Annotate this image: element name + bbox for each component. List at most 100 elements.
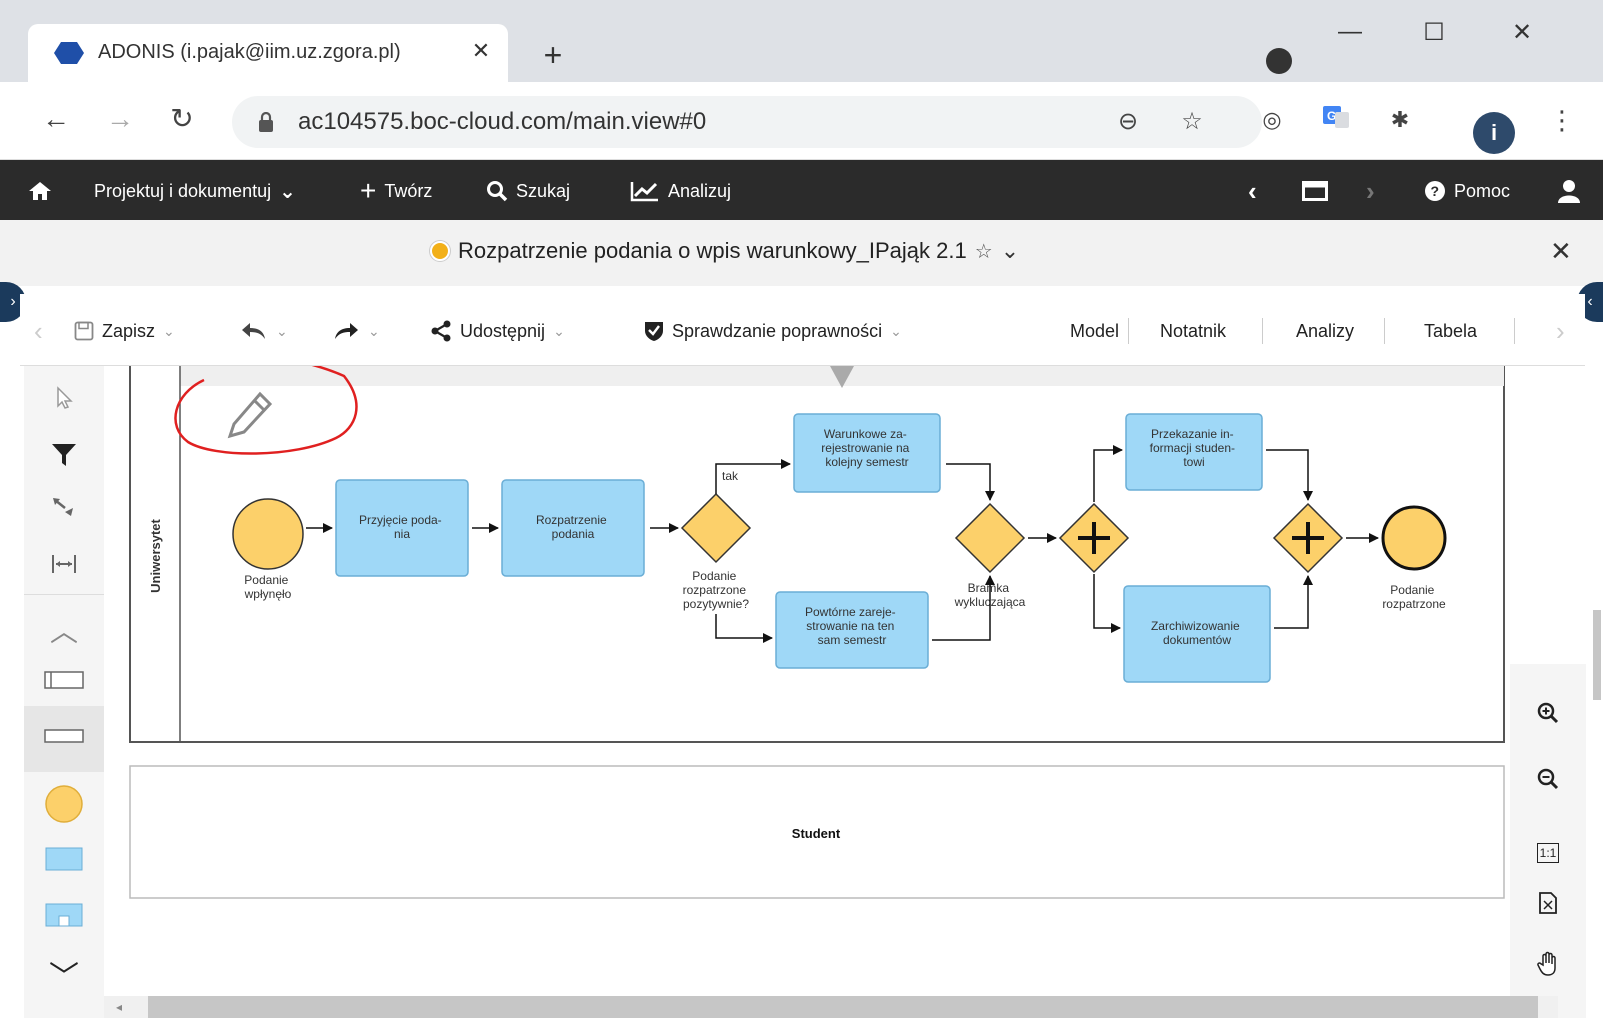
task-label-line: rejestrowanie na [821, 441, 909, 455]
model-canvas[interactable]: Uniwersytet Student Podanie wpłynęło Prz… [104, 366, 1558, 998]
filter-icon[interactable] [24, 442, 104, 473]
task-label-line: Rozpatrzenie [536, 513, 607, 527]
user-icon[interactable] [1558, 176, 1580, 206]
favorite-star-icon[interactable]: ☆ [975, 239, 993, 264]
search-icon [487, 181, 508, 202]
menu-help[interactable]: ? Pomoc [1424, 176, 1510, 206]
svg-text:?: ? [1431, 183, 1440, 199]
new-tab-button[interactable]: + [536, 39, 570, 74]
tab-divider [1262, 318, 1263, 344]
horizontal-scroll-thumb[interactable] [148, 996, 1538, 1018]
forward-arrow-icon[interactable]: → [102, 102, 138, 138]
palette-lane-icon[interactable] [24, 728, 104, 749]
share-button[interactable]: Udostępnij ⌄ [430, 316, 565, 346]
menu-search[interactable]: Szukaj [486, 176, 570, 206]
pan-hand-icon[interactable] [1524, 950, 1572, 990]
address-bar[interactable]: ac104575.boc-cloud.com/main.view#0 ⊖ ☆ [232, 96, 1262, 148]
extensions-puzzle-icon[interactable]: ✱ [1382, 102, 1418, 138]
task-label-line: Powtórne zareje- [805, 605, 896, 619]
palette-scroll-up-icon[interactable]: ︿ [24, 610, 104, 650]
palette-event-icon[interactable] [24, 784, 104, 829]
task-label-line: kolejny semestr [825, 455, 908, 469]
scroll-left-icon[interactable]: ‹ [34, 316, 43, 346]
window-icon[interactable] [1302, 176, 1328, 206]
gateway-label-line: Podanie [692, 569, 736, 583]
window-close-icon[interactable]: ✕ [1502, 18, 1542, 58]
maximize-icon[interactable]: ☐ [1414, 18, 1454, 58]
lock-icon [259, 112, 273, 132]
palette-pool-icon[interactable] [24, 670, 104, 695]
chevron-down-icon: ⌄ [553, 322, 565, 339]
document-title-bar: Rozpatrzenie podania o wpis warunkowy_IP… [0, 220, 1603, 286]
tab-analyses[interactable]: Analizy [1296, 316, 1354, 346]
app-menu-bar: Projektuj i dokumentuj ⌄ + Twórz Szukaj … [0, 160, 1603, 220]
undo-button[interactable]: ⌄ [240, 316, 288, 346]
tab-divider [1514, 318, 1515, 344]
gateway-label-line: pozytywnie? [683, 597, 749, 611]
task-label-line: podania [552, 527, 595, 541]
validation-button[interactable]: Sprawdzanie poprawności ⌄ [644, 316, 902, 346]
reload-icon[interactable]: ↻ [164, 102, 200, 138]
menu-analyze-label: Analizuj [668, 180, 732, 201]
distribute-horizontal-icon[interactable] [24, 552, 104, 581]
pointer-tool-icon[interactable] [24, 386, 104, 415]
start-event[interactable] [232, 498, 304, 570]
task-label-line: Przekazanie in- [1151, 427, 1234, 441]
palette-subprocess-icon[interactable] [24, 902, 104, 933]
redo-icon [335, 323, 358, 339]
palette-task-icon[interactable] [24, 846, 104, 877]
pool-label-uniwersytet: Uniwersytet [148, 518, 163, 592]
extension-circle-icon[interactable]: ◎ [1254, 102, 1290, 138]
palette-scroll-down-icon[interactable]: ﹀ [24, 952, 104, 996]
shield-check-icon [645, 322, 663, 341]
zoom-out-icon[interactable] [1524, 764, 1572, 804]
menu-analyze[interactable]: Analizuj [630, 176, 731, 206]
task-label-line: formacji studen- [1150, 441, 1235, 455]
back-arrow-icon[interactable]: ← [38, 102, 74, 138]
fit-page-icon[interactable] [1524, 888, 1572, 928]
vertical-scroll-thumb[interactable] [1593, 610, 1601, 700]
redo-button[interactable]: ⌄ [332, 316, 380, 346]
home-icon[interactable] [28, 176, 52, 206]
task-zarchiwizowanie-label: Zarchiwizowanie dokumentów [1151, 619, 1243, 647]
tab-divider [1384, 318, 1385, 344]
connector-tool-icon[interactable] [24, 496, 104, 525]
zoom-magnifier-icon[interactable]: ⊖ [1112, 106, 1144, 138]
task-label-line: Zarchiwizowanie [1151, 619, 1240, 633]
tab-table[interactable]: Tabela [1424, 316, 1477, 346]
save-button[interactable]: Zapisz ⌄ [74, 316, 175, 346]
tab-notebook[interactable]: Notatnik [1160, 316, 1226, 346]
tab-model[interactable]: Model [1070, 316, 1119, 346]
chevron-down-icon[interactable]: ⌄ [1001, 238, 1019, 264]
end-event-label-line: Podanie [1390, 583, 1434, 597]
minimize-icon[interactable]: — [1330, 18, 1370, 58]
back-chevron-icon[interactable]: ‹ [1248, 176, 1257, 206]
chevron-down-icon: ⌄ [890, 322, 902, 339]
chevron-down-icon: ⌄ [368, 322, 380, 339]
tab-close-icon[interactable]: ✕ [466, 36, 496, 66]
zoom-in-icon[interactable] [1524, 698, 1572, 738]
chevron-down-icon: ⌄ [279, 180, 296, 203]
chevron-down-icon: ⌄ [276, 322, 288, 339]
scroll-left-arrow-icon[interactable]: ◂ [116, 1000, 122, 1014]
end-event[interactable] [1381, 505, 1447, 571]
scroll-right-icon[interactable]: › [1556, 316, 1565, 346]
browser-menu-icon[interactable]: ⋮ [1544, 102, 1580, 138]
chevron-down-icon: ⌄ [163, 322, 175, 339]
profile-avatar[interactable]: i [1473, 112, 1515, 154]
horizontal-scrollbar[interactable]: ◂ [104, 996, 1558, 1018]
document-title-group[interactable]: Rozpatrzenie podania o wpis warunkowy_IP… [430, 238, 1019, 264]
google-translate-icon[interactable]: G [1318, 102, 1354, 138]
forward-chevron-icon[interactable]: › [1366, 176, 1375, 206]
task-label-line: towi [1183, 455, 1204, 469]
tab-search-icon[interactable] [1266, 48, 1292, 74]
menu-design-label: Projektuj i dokumentuj [94, 180, 272, 201]
browser-tab[interactable]: ADONIS (i.pajak@iim.uz.zgora.pl) ✕ [28, 24, 508, 82]
floppy-disk-icon [74, 321, 94, 341]
close-document-icon[interactable]: ✕ [1550, 236, 1572, 267]
bookmark-star-icon[interactable]: ☆ [1176, 106, 1208, 138]
gateway-label-line: Bramka [968, 581, 1010, 595]
actual-size-button[interactable]: 1:1 [1524, 830, 1572, 870]
menu-design-document[interactable]: Projektuj i dokumentuj ⌄ [94, 176, 296, 206]
menu-create[interactable]: + Twórz [360, 175, 432, 206]
